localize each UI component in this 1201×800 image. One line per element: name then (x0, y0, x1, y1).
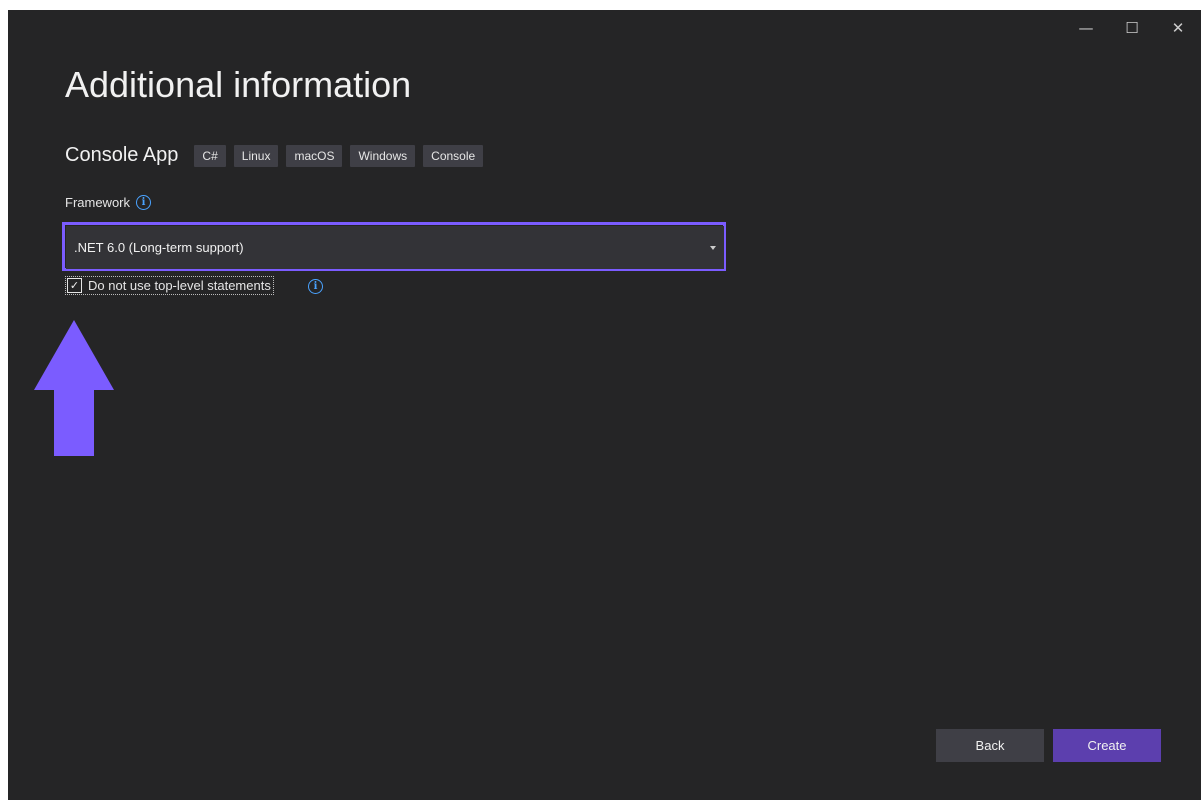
title-bar-controls: — ☐ ✕ (1063, 10, 1201, 46)
annotation-arrow-shape (34, 320, 114, 456)
tag-language: C# (194, 144, 226, 167)
tag-platform-linux: Linux (233, 144, 279, 167)
page-title: Additional information (65, 64, 412, 105)
framework-select[interactable]: .NET 6.0 (Long-term support) (66, 226, 724, 269)
template-tags: C# Linux macOS Windows Console (194, 144, 491, 167)
framework-label-text: Framework (65, 195, 131, 210)
back-button[interactable]: Back (936, 729, 1044, 762)
tag-platform-macos: macOS (286, 144, 343, 167)
framework-label: Framework i (65, 195, 152, 210)
arrow-up-icon (34, 320, 114, 456)
top-level-statements-label[interactable]: Do not use top-level statements (88, 278, 271, 293)
top-level-statements-option[interactable]: ✓ Do not use top-level statements (65, 276, 274, 295)
chevron-down-icon (710, 245, 716, 250)
top-level-statements-checkbox[interactable]: ✓ (67, 278, 82, 293)
template-name: Console App (65, 144, 179, 166)
framework-selected-value: .NET 6.0 (Long-term support) (74, 240, 244, 255)
maximize-icon[interactable]: ☐ (1109, 10, 1155, 46)
template-header: Console App C# Linux macOS Windows Conso… (65, 144, 491, 167)
dialog-window: — ☐ ✕ Additional information Console App… (8, 10, 1201, 800)
close-icon[interactable]: ✕ (1155, 10, 1201, 46)
tag-platform-windows: Windows (350, 144, 416, 167)
top-level-statements-info-icon[interactable]: i (308, 279, 323, 294)
minimize-icon[interactable]: — (1063, 10, 1109, 46)
create-button[interactable]: Create (1053, 729, 1161, 762)
tag-project-type: Console (423, 144, 484, 167)
framework-info-icon[interactable]: i (136, 195, 152, 210)
